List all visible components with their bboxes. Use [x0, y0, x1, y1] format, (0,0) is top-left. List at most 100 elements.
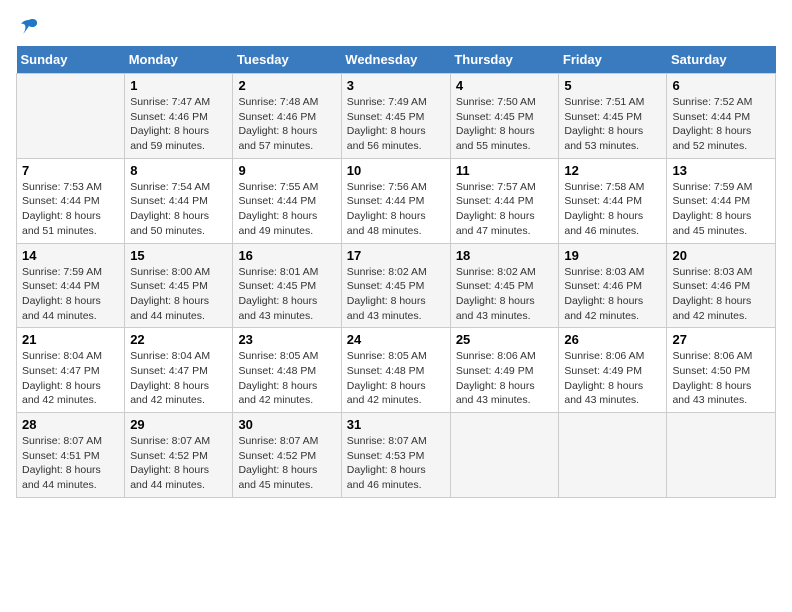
day-sunrise: Sunrise: 7:48 AM: [238, 96, 318, 108]
day-sunrise: Sunrise: 8:05 AM: [347, 350, 427, 362]
day-daylight: Daylight: 8 hours and 48 minutes.: [347, 210, 426, 237]
day-sunrise: Sunrise: 8:04 AM: [22, 350, 102, 362]
day-sunset: Sunset: 4:53 PM: [347, 450, 425, 462]
day-number: 27: [672, 332, 770, 347]
calendar-cell: 17 Sunrise: 8:02 AM Sunset: 4:45 PM Dayl…: [341, 243, 450, 328]
day-sunset: Sunset: 4:48 PM: [238, 365, 316, 377]
day-sunrise: Sunrise: 8:07 AM: [238, 435, 318, 447]
day-daylight: Daylight: 8 hours and 44 minutes.: [130, 295, 209, 322]
day-number: 2: [238, 78, 335, 93]
day-sunset: Sunset: 4:44 PM: [22, 195, 100, 207]
calendar-cell: 6 Sunrise: 7:52 AM Sunset: 4:44 PM Dayli…: [667, 74, 776, 159]
day-sunset: Sunset: 4:44 PM: [672, 195, 750, 207]
day-number: 7: [22, 163, 119, 178]
day-daylight: Daylight: 8 hours and 56 minutes.: [347, 125, 426, 152]
day-sunrise: Sunrise: 8:03 AM: [564, 266, 644, 278]
day-number: 30: [238, 417, 335, 432]
logo-bird-icon: [18, 16, 40, 38]
calendar-cell: 22 Sunrise: 8:04 AM Sunset: 4:47 PM Dayl…: [125, 328, 233, 413]
calendar-cell: 5 Sunrise: 7:51 AM Sunset: 4:45 PM Dayli…: [559, 74, 667, 159]
day-number: 26: [564, 332, 661, 347]
day-sunrise: Sunrise: 7:55 AM: [238, 181, 318, 193]
day-sunset: Sunset: 4:50 PM: [672, 365, 750, 377]
day-number: 19: [564, 248, 661, 263]
day-sunrise: Sunrise: 8:01 AM: [238, 266, 318, 278]
day-sunset: Sunset: 4:44 PM: [347, 195, 425, 207]
day-daylight: Daylight: 8 hours and 43 minutes.: [456, 380, 535, 407]
day-sunrise: Sunrise: 8:06 AM: [564, 350, 644, 362]
day-number: 5: [564, 78, 661, 93]
day-number: 3: [347, 78, 445, 93]
day-sunrise: Sunrise: 7:51 AM: [564, 96, 644, 108]
day-daylight: Daylight: 8 hours and 45 minutes.: [672, 210, 751, 237]
calendar-cell: 31 Sunrise: 8:07 AM Sunset: 4:53 PM Dayl…: [341, 413, 450, 498]
day-daylight: Daylight: 8 hours and 57 minutes.: [238, 125, 317, 152]
day-daylight: Daylight: 8 hours and 53 minutes.: [564, 125, 643, 152]
calendar-cell: 14 Sunrise: 7:59 AM Sunset: 4:44 PM Dayl…: [17, 243, 125, 328]
calendar-cell: 11 Sunrise: 7:57 AM Sunset: 4:44 PM Dayl…: [450, 158, 559, 243]
calendar-cell: 23 Sunrise: 8:05 AM Sunset: 4:48 PM Dayl…: [233, 328, 341, 413]
day-daylight: Daylight: 8 hours and 42 minutes.: [238, 380, 317, 407]
calendar-cell: 19 Sunrise: 8:03 AM Sunset: 4:46 PM Dayl…: [559, 243, 667, 328]
day-sunset: Sunset: 4:52 PM: [130, 450, 208, 462]
calendar-cell: 3 Sunrise: 7:49 AM Sunset: 4:45 PM Dayli…: [341, 74, 450, 159]
day-number: 20: [672, 248, 770, 263]
day-sunrise: Sunrise: 8:03 AM: [672, 266, 752, 278]
day-sunrise: Sunrise: 7:52 AM: [672, 96, 752, 108]
day-sunset: Sunset: 4:47 PM: [130, 365, 208, 377]
day-number: 12: [564, 163, 661, 178]
header-wednesday: Wednesday: [341, 46, 450, 74]
day-daylight: Daylight: 8 hours and 50 minutes.: [130, 210, 209, 237]
calendar-week-row: 28 Sunrise: 8:07 AM Sunset: 4:51 PM Dayl…: [17, 413, 776, 498]
day-number: 11: [456, 163, 554, 178]
day-number: 21: [22, 332, 119, 347]
day-sunset: Sunset: 4:45 PM: [238, 280, 316, 292]
calendar-cell: 9 Sunrise: 7:55 AM Sunset: 4:44 PM Dayli…: [233, 158, 341, 243]
calendar-cell: 27 Sunrise: 8:06 AM Sunset: 4:50 PM Dayl…: [667, 328, 776, 413]
day-daylight: Daylight: 8 hours and 43 minutes.: [564, 380, 643, 407]
day-sunset: Sunset: 4:45 PM: [456, 280, 534, 292]
day-sunrise: Sunrise: 7:49 AM: [347, 96, 427, 108]
day-number: 23: [238, 332, 335, 347]
calendar-cell: 16 Sunrise: 8:01 AM Sunset: 4:45 PM Dayl…: [233, 243, 341, 328]
calendar-cell: 13 Sunrise: 7:59 AM Sunset: 4:44 PM Dayl…: [667, 158, 776, 243]
day-daylight: Daylight: 8 hours and 44 minutes.: [22, 464, 101, 491]
day-sunrise: Sunrise: 7:53 AM: [22, 181, 102, 193]
day-sunrise: Sunrise: 8:02 AM: [347, 266, 427, 278]
calendar-cell: 24 Sunrise: 8:05 AM Sunset: 4:48 PM Dayl…: [341, 328, 450, 413]
day-daylight: Daylight: 8 hours and 42 minutes.: [22, 380, 101, 407]
day-sunset: Sunset: 4:44 PM: [238, 195, 316, 207]
day-daylight: Daylight: 8 hours and 43 minutes.: [238, 295, 317, 322]
day-sunset: Sunset: 4:49 PM: [564, 365, 642, 377]
day-number: 9: [238, 163, 335, 178]
day-sunrise: Sunrise: 8:07 AM: [347, 435, 427, 447]
day-daylight: Daylight: 8 hours and 44 minutes.: [22, 295, 101, 322]
calendar-cell: 10 Sunrise: 7:56 AM Sunset: 4:44 PM Dayl…: [341, 158, 450, 243]
day-number: 18: [456, 248, 554, 263]
calendar-cell: 15 Sunrise: 8:00 AM Sunset: 4:45 PM Dayl…: [125, 243, 233, 328]
calendar-cell: 21 Sunrise: 8:04 AM Sunset: 4:47 PM Dayl…: [17, 328, 125, 413]
day-daylight: Daylight: 8 hours and 46 minutes.: [564, 210, 643, 237]
calendar-cell: 26 Sunrise: 8:06 AM Sunset: 4:49 PM Dayl…: [559, 328, 667, 413]
day-sunset: Sunset: 4:49 PM: [456, 365, 534, 377]
day-number: 10: [347, 163, 445, 178]
day-sunset: Sunset: 4:48 PM: [347, 365, 425, 377]
calendar-cell: 12 Sunrise: 7:58 AM Sunset: 4:44 PM Dayl…: [559, 158, 667, 243]
day-daylight: Daylight: 8 hours and 42 minutes.: [672, 295, 751, 322]
day-sunrise: Sunrise: 7:47 AM: [130, 96, 210, 108]
day-daylight: Daylight: 8 hours and 43 minutes.: [672, 380, 751, 407]
day-number: 29: [130, 417, 227, 432]
day-sunrise: Sunrise: 8:04 AM: [130, 350, 210, 362]
calendar-week-row: 7 Sunrise: 7:53 AM Sunset: 4:44 PM Dayli…: [17, 158, 776, 243]
day-number: 31: [347, 417, 445, 432]
day-sunset: Sunset: 4:45 PM: [347, 111, 425, 123]
day-number: 17: [347, 248, 445, 263]
day-daylight: Daylight: 8 hours and 42 minutes.: [130, 380, 209, 407]
day-sunset: Sunset: 4:47 PM: [22, 365, 100, 377]
day-sunrise: Sunrise: 8:07 AM: [22, 435, 102, 447]
calendar-cell: [559, 413, 667, 498]
page-header: [16, 16, 776, 34]
day-number: 4: [456, 78, 554, 93]
day-daylight: Daylight: 8 hours and 43 minutes.: [347, 295, 426, 322]
day-daylight: Daylight: 8 hours and 55 minutes.: [456, 125, 535, 152]
